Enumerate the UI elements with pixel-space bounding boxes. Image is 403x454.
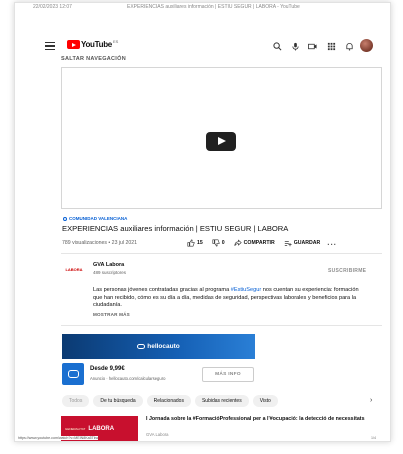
masthead: YouTube ES (15, 33, 390, 55)
recommended-channel[interactable]: GVA Labora (146, 432, 169, 437)
account-avatar[interactable] (360, 39, 373, 52)
save-label: GUARDAR (293, 239, 321, 246)
ad-info: Desde 9,99€ Anuncio · hellocauto.com/cal… (62, 363, 255, 387)
related-filter-chips: Todos De tu búsqueda Relacionados Subida… (62, 395, 282, 407)
print-header: 22/02/2023 12:07 EXPERIENCIAS auxiliares… (15, 3, 390, 12)
more-actions-icon[interactable]: ... (327, 238, 337, 247)
video-description: Las personas jóvenes contratadas gracias… (93, 287, 365, 310)
ad-banner-label: hellocauto (147, 343, 180, 350)
youtube-logo[interactable]: YouTube ES (67, 39, 119, 49)
recommended-title[interactable]: I Jornada sobre la #FormacióProfessional… (146, 416, 376, 423)
page-number: 1/4 (371, 436, 376, 440)
save-button[interactable]: GUARDAR (284, 239, 321, 247)
browser-page: 22/02/2023 12:07 EXPERIENCIAS auxiliares… (14, 2, 391, 442)
print-page-title: EXPERIENCIAS auxiliares información | ES… (127, 4, 300, 10)
video-title: EXPERIENCIAS auxiliares información | ES… (62, 224, 289, 233)
thumbs-up-icon (187, 238, 195, 247)
chevron-right-icon[interactable]: › (370, 397, 372, 404)
cloud-icon (137, 344, 146, 349)
description-text-1: Las personas jóvenes contratadas gracias… (93, 287, 231, 293)
chip-all[interactable]: Todos (62, 395, 90, 407)
hashtag-link[interactable]: #EstiuSegur (231, 287, 261, 293)
video-actions: 15 0 COMPARTIR GUARDAR ... (187, 238, 337, 247)
chip-related[interactable]: Relacionados (146, 395, 191, 407)
create-video-icon[interactable] (307, 41, 317, 51)
logo-text: YouTube (81, 40, 112, 49)
dislike-count: 0 (221, 239, 225, 246)
status-bar-url: https://www.youtube.com/watch?v=MEIN8Ka5… (18, 436, 99, 440)
thumbnail-logo-text: LABORA (88, 425, 115, 432)
divider (61, 253, 382, 254)
like-button[interactable]: 15 (187, 238, 203, 247)
chip-from-search[interactable]: De tu búsqueda (93, 395, 143, 407)
show-more-button[interactable]: MOSTRAR MÁS (93, 312, 130, 317)
thumbnail-small-text: GENERALITAT (65, 426, 86, 431)
share-button[interactable]: COMPARTIR (234, 239, 275, 247)
location-tag[interactable]: COMUNIDAD VALENCIANA (63, 216, 127, 221)
chip-watched[interactable]: Visto (252, 395, 278, 407)
search-icon[interactable] (272, 41, 282, 51)
thumbs-down-icon (212, 238, 220, 247)
channel-logo[interactable]: LABORA (62, 262, 86, 276)
apps-grid-icon[interactable] (326, 41, 336, 51)
microphone-icon[interactable] (290, 41, 300, 51)
like-count: 15 (197, 239, 203, 246)
play-icon[interactable] (206, 132, 236, 151)
ad-more-info-button[interactable]: MÁS INFO (202, 367, 254, 382)
divider (61, 325, 382, 326)
advertiser-icon[interactable] (62, 363, 84, 385)
menu-icon[interactable] (45, 42, 55, 50)
subscriber-count: 489 suscriptores (93, 270, 127, 275)
country-code: ES (112, 39, 119, 44)
print-date: 22/02/2023 12:07 (33, 4, 72, 10)
youtube-play-icon (67, 40, 80, 49)
ad-banner[interactable]: hellocauto (62, 334, 255, 359)
location-tag-label: COMUNIDAD VALENCIANA (69, 216, 128, 221)
notifications-bell-icon[interactable] (344, 41, 354, 51)
subscribe-button[interactable]: SUSCRIBIRME (328, 268, 366, 274)
video-player[interactable] (61, 67, 382, 209)
channel-name[interactable]: GVA Labora (93, 262, 124, 268)
skip-navigation-link[interactable]: SALTAR NAVEGACIÓN (61, 56, 126, 62)
dislike-button[interactable]: 0 (212, 238, 225, 247)
chip-recently-uploaded[interactable]: Subidas recientes (194, 395, 249, 407)
ad-price: Desde 9,99€ (90, 366, 125, 372)
views-and-date: 789 visualizaciones • 23 jul 2021 (62, 240, 138, 246)
share-icon (234, 239, 242, 246)
ad-url: Anuncio · hellocauto.com/calcularseguro (90, 376, 166, 381)
location-pin-icon (63, 216, 67, 221)
playlist-add-icon (284, 240, 292, 246)
share-label: COMPARTIR (243, 239, 275, 246)
